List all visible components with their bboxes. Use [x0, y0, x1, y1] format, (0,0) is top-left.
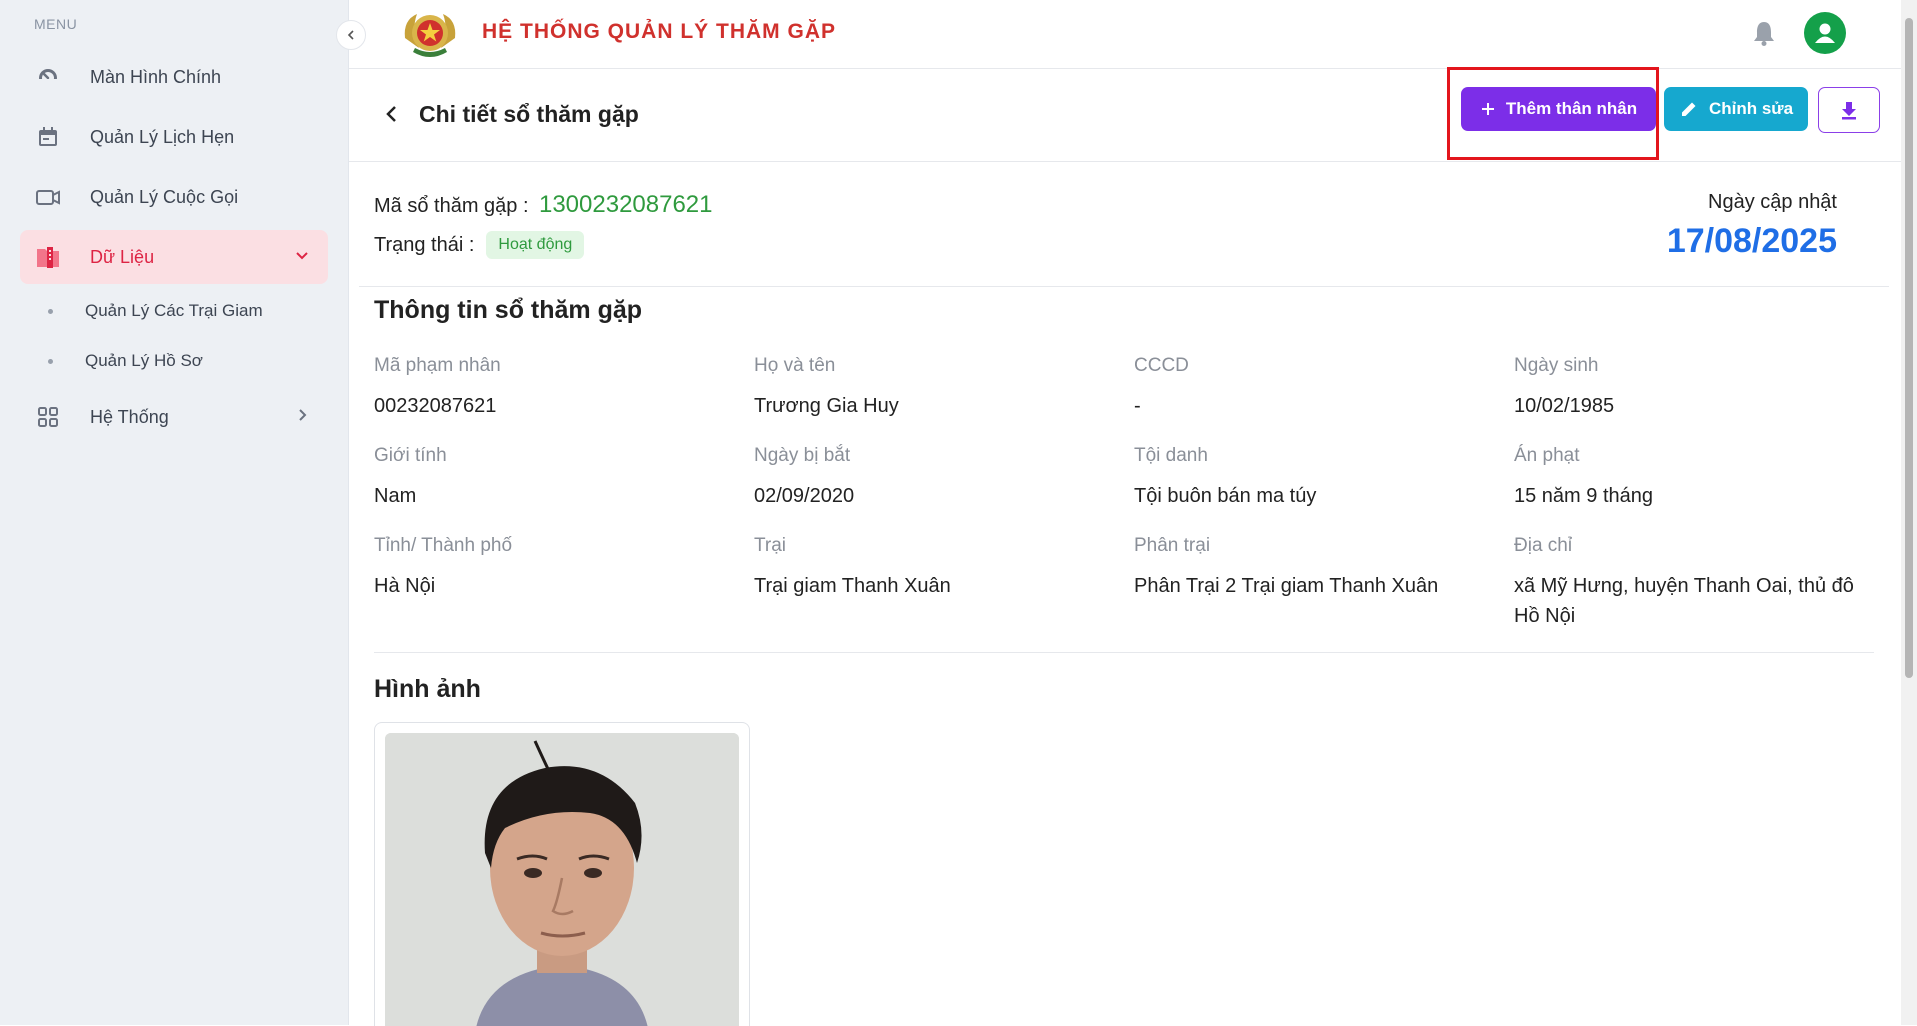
- sidebar-item-label: Quản Lý Lịch Hẹn: [90, 126, 235, 147]
- annotation-highlight-box: [1447, 67, 1659, 160]
- field-label: Địa chỉ: [1514, 535, 1573, 556]
- sidebar-item-label: Quản Lý Cuộc Gọi: [90, 186, 239, 207]
- video-camera-icon: [34, 183, 62, 211]
- sidebar-collapse-button[interactable]: [336, 20, 366, 50]
- divider: [374, 652, 1874, 653]
- field-value: Hà Nội: [374, 575, 436, 597]
- download-icon: [1838, 99, 1860, 121]
- sidebar-item-label: Hệ Thống: [90, 406, 169, 427]
- calendar-icon: [34, 123, 62, 151]
- edit-button[interactable]: Chỉnh sửa: [1664, 87, 1808, 131]
- user-avatar[interactable]: [1804, 12, 1846, 54]
- sidebar-subitem-label: Quản Lý Các Trại Giam: [85, 301, 263, 320]
- sidebar-item-label: Màn Hình Chính: [90, 66, 222, 87]
- field-label: Tỉnh/ Thành phố: [374, 535, 513, 556]
- chevron-right-icon: [294, 407, 310, 428]
- field-label: Tội danh: [1134, 445, 1208, 466]
- field-value: Trương Gia Huy: [754, 395, 899, 417]
- back-button[interactable]: [381, 103, 403, 125]
- field-label: Ngày sinh: [1514, 355, 1599, 376]
- bell-icon[interactable]: [1749, 18, 1779, 48]
- dashboard-gauge-icon: [34, 63, 62, 91]
- chevron-down-icon: [294, 247, 310, 268]
- sidebar-subitem-label: Quản Lý Hồ Sơ: [85, 351, 203, 370]
- sidebar-item-label: Dữ Liệu: [90, 246, 155, 267]
- status-badge: Hoạt động: [486, 231, 585, 259]
- info-section-title: Thông tin sổ thăm gặp: [374, 296, 643, 324]
- data-folder-icon: [34, 243, 62, 271]
- sidebar-item-system[interactable]: Hệ Thống: [20, 390, 328, 444]
- grid-apps-icon: [34, 403, 62, 431]
- status-label: Trạng thái :: [374, 233, 475, 256]
- record-code-row: Mã sổ thăm gặp : 1300232087621: [374, 191, 713, 219]
- record-code-label: Mã sổ thăm gặp :: [374, 195, 529, 217]
- edit-label: Chỉnh sửa: [1708, 99, 1794, 118]
- field-label: Giới tính: [374, 445, 447, 466]
- chevron-left-icon: [381, 106, 403, 129]
- divider: [359, 286, 1889, 287]
- field-label: Mã phạm nhân: [374, 355, 501, 376]
- field-value: Trại giam Thanh Xuân: [754, 575, 951, 597]
- field-label: Trại: [754, 535, 787, 556]
- page-header: Chi tiết sổ thăm gặp Thêm thân nhân Chỉn…: [349, 69, 1901, 162]
- page-scrollbar[interactable]: [1901, 0, 1917, 1025]
- field-value: -: [1134, 395, 1141, 417]
- field-value: Phân Trại 2 Trại giam Thanh Xuân: [1134, 575, 1439, 597]
- sidebar-item-dashboard[interactable]: Màn Hình Chính: [20, 50, 328, 104]
- photo-card[interactable]: [374, 722, 750, 1026]
- sidebar: MENU Màn Hình Chính Quản Lý Lịch Hẹn Quả…: [0, 0, 349, 1025]
- field-value: 10/02/1985: [1514, 395, 1615, 417]
- record-code-value: 1300232087621: [538, 191, 713, 218]
- app-title: HỆ THỐNG QUẢN LÝ THĂM GẶP: [482, 20, 836, 43]
- field-label: Phân trại: [1134, 535, 1211, 556]
- bullet-dot: [48, 358, 53, 364]
- pencil-icon: [1679, 99, 1699, 119]
- field-label: Ngày bị bắt: [754, 445, 851, 466]
- scrollbar-thumb[interactable]: [1905, 18, 1913, 678]
- sidebar-subitem-prisons[interactable]: Quản Lý Các Trại Giam: [48, 301, 263, 321]
- bullet-dot: [48, 308, 53, 314]
- portrait-photo: [385, 733, 739, 1026]
- sidebar-item-data[interactable]: Dữ Liệu: [20, 230, 328, 284]
- field-value: Nam: [374, 485, 417, 507]
- field-value: 02/09/2020: [754, 485, 855, 507]
- field-label: CCCD: [1134, 355, 1189, 376]
- field-label: Án phạt: [1514, 445, 1580, 466]
- updated-date: 17/08/2025: [1666, 222, 1837, 260]
- status-row: Trạng thái : Hoạt động: [374, 231, 585, 259]
- sidebar-subitem-records[interactable]: Quản Lý Hồ Sơ: [48, 351, 203, 371]
- chevron-left-icon: [345, 29, 357, 41]
- police-emblem-logo: [399, 8, 461, 62]
- field-value: 15 năm 9 tháng: [1514, 485, 1653, 507]
- download-button[interactable]: [1818, 87, 1880, 133]
- updated-label: Ngày cập nhật: [1708, 191, 1837, 213]
- page-title: Chi tiết sổ thăm gặp: [419, 101, 639, 127]
- user-icon: [1810, 18, 1840, 48]
- field-label: Họ và tên: [754, 355, 836, 376]
- sidebar-item-calls[interactable]: Quản Lý Cuộc Gọi: [20, 170, 328, 224]
- field-value: 00232087621: [374, 395, 497, 417]
- sidebar-item-appointments[interactable]: Quản Lý Lịch Hẹn: [20, 110, 328, 164]
- topbar: HỆ THỐNG QUẢN LÝ THĂM GẶP: [349, 0, 1901, 69]
- images-section-title: Hình ảnh: [374, 675, 481, 703]
- field-value: xã Mỹ Hưng, huyện Thanh Oai, thủ đô Hồ N…: [1514, 575, 1854, 627]
- field-value: Tội buôn bán ma túy: [1134, 485, 1317, 507]
- menu-title: MENU: [34, 16, 78, 32]
